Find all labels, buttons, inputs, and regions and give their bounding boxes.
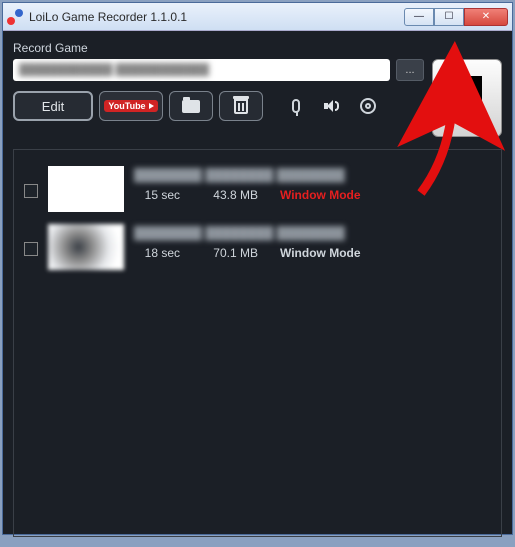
recording-thumbnail[interactable] [48, 166, 124, 212]
speaker-icon [324, 99, 340, 113]
client-area: Record Game ████████████ ████████████ ..… [3, 31, 512, 547]
recording-mode: Window Mode [280, 188, 361, 202]
window-title: LoiLo Game Recorder 1.1.0.1 [29, 10, 404, 24]
microphone-icon [292, 99, 300, 113]
minimize-button[interactable]: — [404, 8, 434, 26]
row-checkbox[interactable] [24, 184, 38, 198]
youtube-icon: YouTube [104, 100, 157, 112]
record-button[interactable]: F6 [432, 59, 502, 137]
close-button[interactable]: ✕ [464, 8, 508, 26]
recording-meta: ████████ ████████ ████████ 15 sec 43.8 MB W… [134, 166, 491, 202]
window-controls: — ☐ ✕ [404, 8, 508, 26]
record-stop-icon [452, 76, 482, 106]
recording-size: 70.1 MB [202, 246, 258, 260]
speaker-button[interactable] [317, 91, 347, 121]
record-game-label: Record Game [13, 41, 502, 55]
recording-mode: Window Mode [280, 246, 361, 260]
open-folder-button[interactable] [169, 91, 213, 121]
app-window: LoiLo Game Recorder 1.1.0.1 — ☐ ✕ Record… [2, 2, 513, 535]
game-path-input[interactable]: ████████████ ████████████ [13, 59, 390, 81]
edit-button[interactable]: Edit [13, 91, 93, 121]
folder-icon [182, 100, 200, 113]
delete-button[interactable] [219, 91, 263, 121]
youtube-button[interactable]: YouTube [99, 91, 163, 121]
recording-filename: ████████ ████████ ████████ [134, 226, 491, 240]
record-hotkey-label: F6 [461, 110, 473, 121]
recording-size: 43.8 MB [202, 188, 258, 202]
settings-button[interactable] [353, 91, 383, 121]
recording-duration: 15 sec [134, 188, 180, 202]
recording-thumbnail[interactable] [48, 224, 124, 270]
recordings-list[interactable]: ████████ ████████ ████████ 15 sec 43.8 MB W… [13, 149, 502, 537]
recording-duration: 18 sec [134, 246, 180, 260]
gear-icon [360, 98, 376, 114]
row-checkbox[interactable] [24, 242, 38, 256]
recording-row[interactable]: ████████ ████████ ████████ 18 sec 70.1 MB W… [20, 218, 495, 276]
app-logo-icon [7, 9, 23, 25]
microphone-button[interactable] [281, 91, 311, 121]
recording-filename: ████████ ████████ ████████ [134, 168, 491, 182]
recording-meta: ████████ ████████ ████████ 18 sec 70.1 MB W… [134, 224, 491, 260]
recording-row[interactable]: ████████ ████████ ████████ 15 sec 43.8 MB W… [20, 160, 495, 218]
browse-button[interactable]: ... [396, 59, 424, 81]
trash-icon [234, 99, 248, 114]
maximize-button[interactable]: ☐ [434, 8, 464, 26]
toolbar: Edit YouTube [13, 91, 424, 121]
titlebar[interactable]: LoiLo Game Recorder 1.1.0.1 — ☐ ✕ [3, 3, 512, 31]
game-path-text: ████████████ ████████████ [19, 64, 209, 76]
